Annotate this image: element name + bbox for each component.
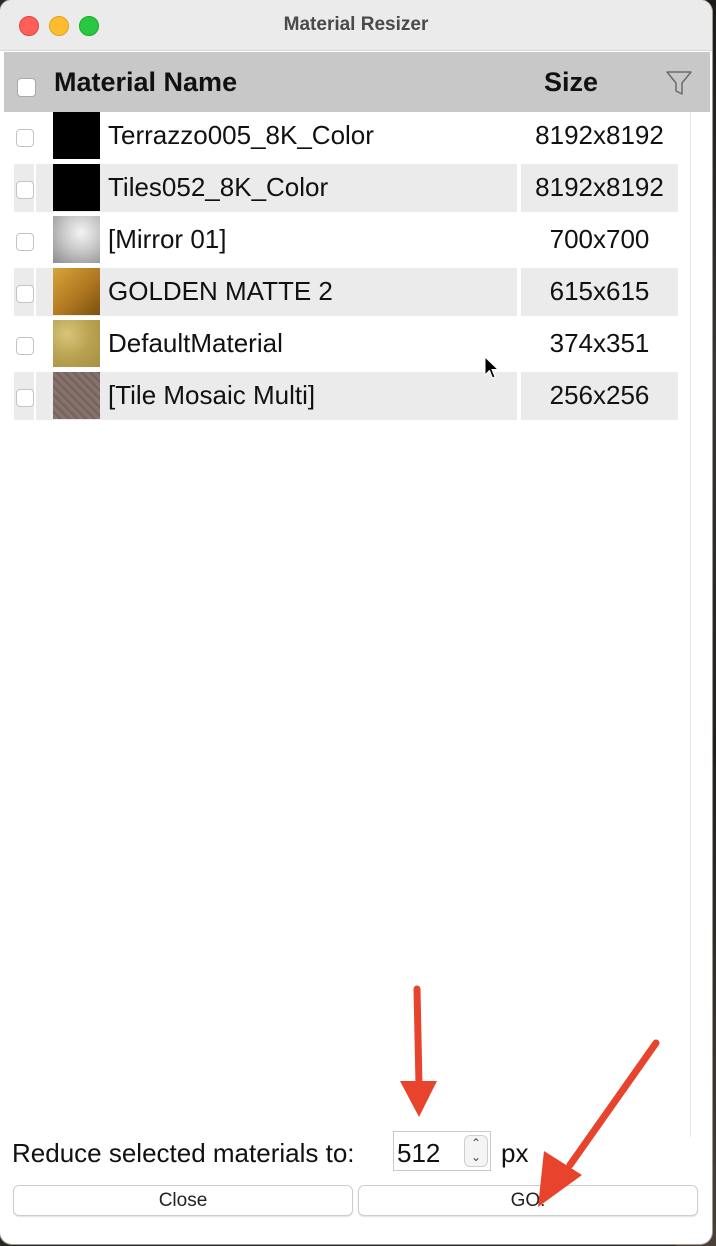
material-name: DefaultMaterial (108, 328, 283, 358)
title-bar: Material Resizer (0, 0, 712, 51)
material-size: 256x256 (549, 380, 650, 410)
select-all-checkbox[interactable] (17, 78, 36, 97)
table-row[interactable]: [Mirror 01] 700x700 (14, 216, 678, 268)
mouse-pointer-icon (484, 356, 500, 379)
table-row[interactable]: Tiles052_8K_Color 8192x8192 (14, 164, 678, 216)
material-name: [Mirror 01] (108, 224, 227, 254)
table-header: Material Name Size (4, 52, 710, 112)
table-row[interactable]: DefaultMaterial 374x351 (14, 320, 678, 372)
row-checkbox[interactable] (16, 129, 34, 147)
column-header-material-name[interactable]: Material Name (54, 67, 237, 98)
reduce-label: Reduce selected materials to: (12, 1138, 355, 1168)
material-name: [Tile Mosaic Multi] (108, 380, 316, 410)
material-thumbnail (53, 372, 100, 419)
row-checkbox[interactable] (16, 181, 34, 199)
material-thumbnail (53, 112, 100, 159)
close-button[interactable]: Close (13, 1185, 353, 1216)
table-row[interactable]: [Tile Mosaic Multi] 256x256 (14, 372, 678, 424)
filter-icon[interactable] (664, 68, 694, 98)
material-size: 8192x8192 (535, 120, 664, 150)
annotation-arrow-down (400, 985, 437, 1117)
material-size: 8192x8192 (535, 172, 664, 202)
chevron-up-icon[interactable]: ⌃ (465, 1136, 487, 1150)
table-row[interactable]: Terrazzo005_8K_Color 8192x8192 (14, 112, 678, 164)
material-name: Terrazzo005_8K_Color (108, 120, 374, 150)
material-thumbnail (53, 320, 100, 367)
row-checkbox[interactable] (16, 389, 34, 407)
chevron-down-icon[interactable]: ⌄ (465, 1150, 487, 1164)
material-size: 374x351 (549, 328, 650, 358)
size-stepper[interactable]: ⌃ ⌄ (464, 1135, 488, 1167)
row-checkbox[interactable] (16, 233, 34, 251)
material-thumbnail (53, 216, 100, 263)
size-input-value[interactable]: 512 (397, 1138, 440, 1169)
size-input[interactable]: 512 ⌃ ⌄ (393, 1131, 491, 1171)
table-row[interactable]: GOLDEN MATTE 2 615x615 (14, 268, 678, 320)
column-header-size[interactable]: Size (544, 67, 598, 98)
annotation-arrow-diagonal (538, 1039, 660, 1207)
materials-table: Terrazzo005_8K_Color 8192x8192 Tiles052_… (14, 112, 678, 424)
row-checkbox[interactable] (16, 337, 34, 355)
material-thumbnail (53, 164, 100, 211)
scrollbar-track[interactable] (690, 112, 691, 1137)
material-size: 700x700 (549, 224, 650, 254)
window-title: Material Resizer (283, 14, 429, 35)
material-thumbnail (53, 268, 100, 315)
material-size: 615x615 (549, 276, 650, 306)
row-checkbox[interactable] (16, 285, 34, 303)
material-name: GOLDEN MATTE 2 (108, 276, 333, 306)
material-name: Tiles052_8K_Color (108, 172, 329, 202)
